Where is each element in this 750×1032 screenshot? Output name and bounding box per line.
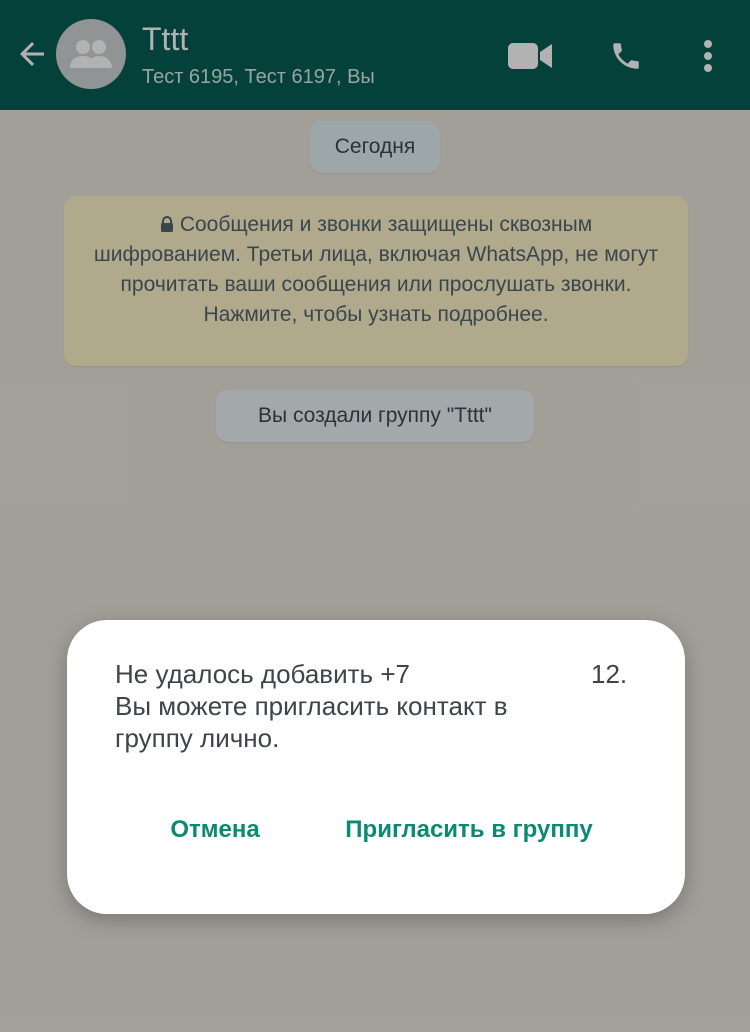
whatsapp-chat-screen: Tttt Тест 6195, Тест 6197, Вы Сегодня Со… xyxy=(0,0,750,1032)
invite-to-group-button[interactable]: Пригласить в группу xyxy=(329,808,609,852)
add-member-failed-dialog: Не удалось добавить +7 12. Вы можете при… xyxy=(67,620,685,914)
dialog-line-2: Вы можете пригласить контакт в xyxy=(115,691,508,721)
dialog-line-3: группу лично. xyxy=(115,723,280,753)
dialog-line-1: Не удалось добавить +7 12. xyxy=(115,658,635,690)
cancel-button[interactable]: Отмена xyxy=(153,808,277,852)
dialog-line-1-start: Не удалось добавить +7 xyxy=(115,659,410,689)
dialog-message: Не удалось добавить +7 12. Вы можете при… xyxy=(115,658,635,754)
dialog-line-1-end: 12. xyxy=(591,659,628,689)
